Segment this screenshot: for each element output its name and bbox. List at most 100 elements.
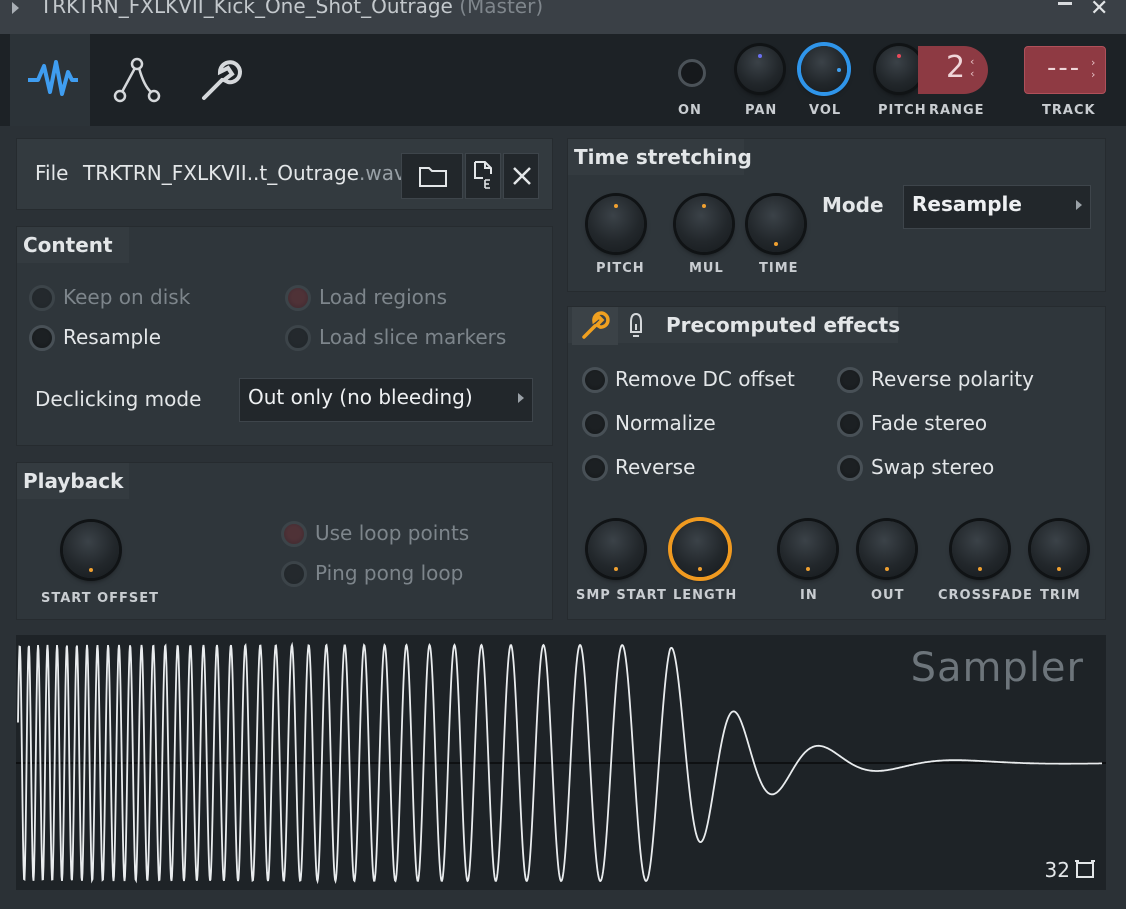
in-knob[interactable] [780,521,836,577]
on-label: ON [678,103,702,118]
out-knob[interactable] [859,521,915,577]
zoom-fit-icon[interactable] [1074,858,1096,880]
chevron-right-icon [518,393,524,403]
collapse-arrow-icon[interactable] [12,2,19,14]
trim-knob[interactable] [1031,521,1087,577]
browse-file-button[interactable] [465,153,501,199]
content-title: Content [23,233,113,257]
length-label: LENGTH [673,588,738,603]
fade-stereo-label: Fade stereo [871,411,988,435]
tab-misc[interactable] [178,34,258,126]
valve-button[interactable] [622,307,652,345]
ts-mul-label: MUL [689,261,724,276]
playback-title: Playback [23,469,124,493]
pitch-knob[interactable] [876,46,922,92]
use-loop-points-radio[interactable] [281,521,307,547]
track-display[interactable]: --- › › [1024,46,1106,94]
declicking-select[interactable]: Out only (no bleeding) [239,378,533,422]
trim-label: TRIM [1040,588,1081,603]
declicking-value: Out only (no bleeding) [248,385,473,409]
track-arrows-icon[interactable]: › › [1091,57,1095,81]
valve-icon [630,312,642,337]
waveform-icon [28,60,78,96]
load-regions-label: Load regions [319,285,448,309]
track-label: TRACK [1042,103,1096,118]
load-slice-markers-radio[interactable] [285,325,311,351]
reverse-label: Reverse [615,455,696,479]
pan-label: PAN [745,103,778,118]
playback-panel: Playback START OFFSET Use loop points Pi… [16,462,553,620]
remove-dc-offset-label: Remove DC offset [615,367,795,391]
mode-label: Mode [822,193,884,217]
file-label: File [35,161,69,185]
range-value: 2 [946,50,966,85]
normalize-label: Normalize [615,411,716,435]
ts-time-label: TIME [759,261,799,276]
reverse-polarity-label: Reverse polarity [871,367,1034,391]
close-icon[interactable]: ✕ [1090,0,1108,21]
zoom-level: 32 [1044,858,1070,882]
vol-knob[interactable] [801,46,847,92]
crossfade-label: CROSSFADE [938,588,1033,603]
waveform-display[interactable]: Sampler 32 [16,635,1106,890]
in-label: IN [800,588,818,603]
pitch-label: PITCH [878,103,927,118]
out-label: OUT [871,588,905,603]
on-toggle[interactable] [678,59,706,87]
reverse-radio[interactable] [582,455,608,481]
reverse-polarity-radio[interactable] [837,367,863,393]
pan-knob[interactable] [737,46,783,92]
file-ext: .wav [359,161,406,185]
precomputed-effects-panel: Precomputed effects Remove DC offset Nor… [567,306,1106,620]
file-bar: File TRKTRN_FXLKVII..t_Outrage.wav [16,138,553,210]
window-title-sub: (Master) [459,0,544,18]
resample-radio[interactable] [29,325,55,351]
track-value: --- [1047,53,1082,83]
vol-label: VOL [809,103,842,118]
crossfade-knob[interactable] [952,521,1008,577]
file-browse-icon [474,161,492,189]
range-arrows-icon[interactable]: ‹ ‹ [970,56,974,80]
minimize-icon[interactable] [1058,2,1072,5]
ts-pitch-knob[interactable] [588,196,644,252]
tab-sample[interactable] [10,34,90,126]
file-name-text: TRKTRN_FXLKVII..t_Outrage [83,161,359,185]
open-folder-button[interactable] [401,153,463,199]
keep-on-disk-radio[interactable] [29,285,55,311]
pitch-range-display[interactable]: 2 ‹ ‹ [918,46,988,94]
resample-label: Resample [63,325,162,349]
tab-envelope[interactable] [94,34,174,126]
ping-pong-loop-label: Ping pong loop [315,561,464,585]
sampler-brand-label: Sampler [910,645,1084,691]
folder-icon [419,167,447,187]
mode-select[interactable]: Resample [903,185,1091,229]
wrench-icon [582,311,610,339]
load-regions-radio[interactable] [285,285,311,311]
length-knob[interactable] [672,521,728,577]
close-icon [513,167,531,185]
envelope-icon [113,57,161,103]
ts-time-knob[interactable] [748,196,804,252]
ping-pong-loop-radio[interactable] [281,561,307,587]
range-label: RANGE [929,103,985,118]
fade-stereo-radio[interactable] [837,411,863,437]
effects-settings-button[interactable] [572,307,618,345]
smp-start-knob[interactable] [588,521,644,577]
time-stretching-panel: Time stretching PITCH MUL TIME Mode Resa… [567,138,1106,292]
swap-stereo-radio[interactable] [837,455,863,481]
wrench-icon [202,60,242,100]
use-loop-points-label: Use loop points [315,521,470,545]
normalize-radio[interactable] [582,411,608,437]
content-panel: Content Keep on disk Resample Load regio… [16,226,553,446]
precomputed-title: Precomputed effects [666,313,901,337]
clear-file-button[interactable] [503,153,539,199]
start-offset-knob[interactable] [63,522,119,578]
window-title: TRKTRN_FXLKVII_Kick_One_Shot_Outrage (Ma… [40,0,543,18]
time-stretching-title: Time stretching [574,145,752,169]
ts-pitch-label: PITCH [596,261,645,276]
ts-mul-knob[interactable] [676,196,732,252]
title-bar: TRKTRN_FXLKVII_Kick_One_Shot_Outrage (Ma… [0,0,1126,34]
remove-dc-offset-radio[interactable] [582,367,608,393]
chevron-right-icon [1076,200,1082,210]
mode-value: Resample [912,192,1022,216]
